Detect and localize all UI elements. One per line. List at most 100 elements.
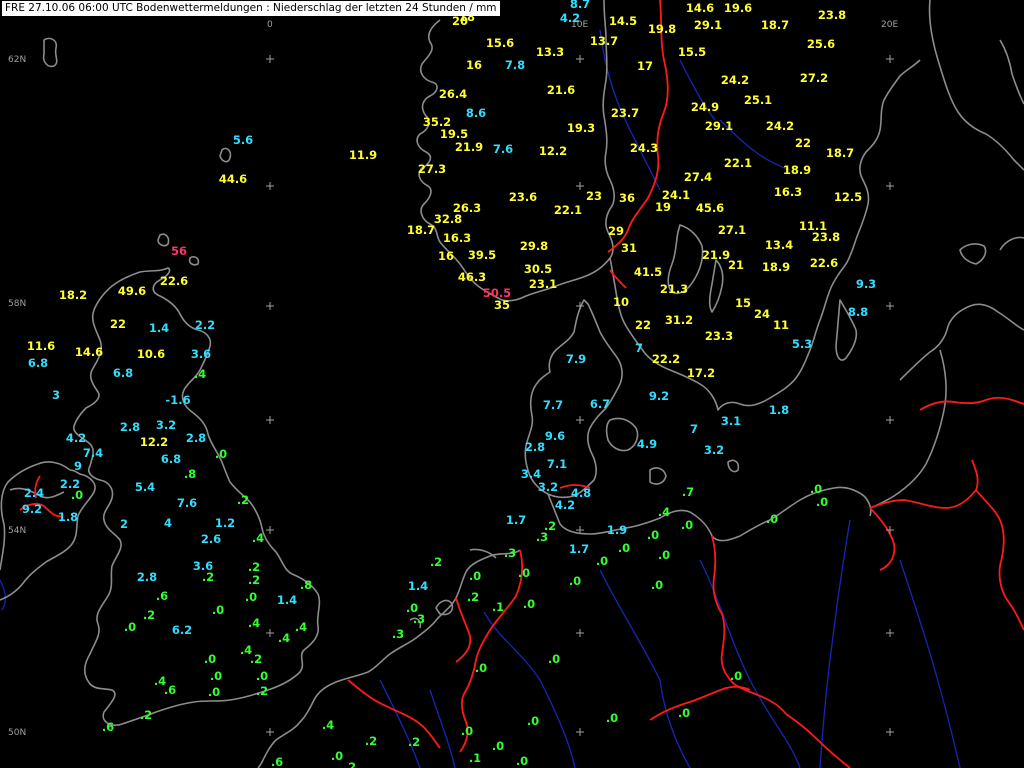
station-value: .0 bbox=[810, 482, 822, 496]
station-value: 25.1 bbox=[744, 93, 772, 107]
station-value: 4 bbox=[164, 516, 172, 530]
lon-label-20e: 20E bbox=[881, 20, 898, 30]
station-value: 8.8 bbox=[848, 305, 868, 319]
station-value: 23.7 bbox=[611, 106, 639, 120]
station-value: 16 bbox=[438, 249, 454, 263]
station-value: 7.8 bbox=[505, 58, 525, 72]
station-value: 4.2 bbox=[555, 498, 575, 512]
station-value: .3 bbox=[536, 530, 548, 544]
station-value: 56 bbox=[171, 244, 187, 258]
station-value: 13.3 bbox=[536, 45, 564, 59]
station-value: .0 bbox=[618, 541, 630, 555]
station-value: 21 bbox=[728, 258, 744, 272]
station-value: 15.5 bbox=[678, 45, 706, 59]
station-value: 22 bbox=[110, 317, 126, 331]
station-value: 18.7 bbox=[826, 146, 854, 160]
station-value: 1.7 bbox=[569, 542, 589, 556]
station-value: 16.3 bbox=[774, 185, 802, 199]
station-value: .0 bbox=[461, 724, 473, 738]
station-value: .7 bbox=[682, 485, 694, 499]
station-value: 29.1 bbox=[694, 18, 722, 32]
station-value: 24.9 bbox=[691, 100, 719, 114]
station-value: 19 bbox=[655, 200, 671, 214]
station-value: .4 bbox=[194, 367, 206, 381]
station-value: 39.5 bbox=[468, 248, 496, 262]
station-value: 14.6 bbox=[686, 1, 714, 15]
station-value: 21.9 bbox=[455, 140, 483, 154]
station-value: 36 bbox=[619, 191, 635, 205]
station-value: 18.2 bbox=[59, 288, 87, 302]
station-value: 10 bbox=[613, 295, 629, 309]
station-value: .2 bbox=[140, 708, 152, 722]
station-value: 2.8 bbox=[120, 420, 140, 434]
station-value: 3.4 bbox=[521, 467, 541, 481]
lat-label-54n: 54N bbox=[8, 526, 26, 536]
station-value: .0 bbox=[523, 597, 535, 611]
station-value: 8.7 bbox=[570, 0, 590, 11]
station-value: 7.7 bbox=[543, 398, 563, 412]
station-value: 14.6 bbox=[75, 345, 103, 359]
station-value: 8.6 bbox=[466, 106, 486, 120]
station-value: .0 bbox=[492, 739, 504, 753]
station-value: 21.6 bbox=[547, 83, 575, 97]
station-value: .0 bbox=[527, 714, 539, 728]
station-value: 16.3 bbox=[443, 231, 471, 245]
station-value: 12.2 bbox=[539, 144, 567, 158]
station-value: 45.6 bbox=[696, 201, 724, 215]
station-value: 19.3 bbox=[567, 121, 595, 135]
station-value: 18.7 bbox=[407, 223, 435, 237]
station-value: 2.8 bbox=[525, 440, 545, 454]
station-value: 1.2 bbox=[215, 516, 235, 530]
station-value: 31 bbox=[621, 241, 637, 255]
station-value: .0 bbox=[681, 518, 693, 532]
station-value: .0 bbox=[596, 554, 608, 568]
station-value: 9.2 bbox=[22, 502, 42, 516]
station-value: 6.8 bbox=[161, 452, 181, 466]
station-value: 9.3 bbox=[856, 277, 876, 291]
station-value: .0 bbox=[469, 569, 481, 583]
station-value: 23.3 bbox=[705, 329, 733, 343]
station-value: 5.4 bbox=[135, 480, 155, 494]
station-value: 14.5 bbox=[609, 14, 637, 28]
station-value: 5.6 bbox=[233, 133, 253, 147]
station-value: .0 bbox=[647, 528, 659, 542]
map-title: FRE 27.10.06 06:00 UTC Bodenwettermeldun… bbox=[2, 1, 500, 16]
station-value: 21.3 bbox=[660, 282, 688, 296]
station-value: 27.3 bbox=[418, 162, 446, 176]
station-value: 7.1 bbox=[547, 457, 567, 471]
station-value: 30.5 bbox=[524, 262, 552, 276]
station-value: 2.2 bbox=[195, 318, 215, 332]
station-value: 7 bbox=[690, 422, 698, 436]
station-value: .2 bbox=[143, 608, 155, 622]
station-value: 12.2 bbox=[140, 435, 168, 449]
station-value: 29.8 bbox=[520, 239, 548, 253]
station-value: .0 bbox=[204, 652, 216, 666]
station-value: 22.1 bbox=[724, 156, 752, 170]
station-value: 27.2 bbox=[800, 71, 828, 85]
station-value: .0 bbox=[569, 574, 581, 588]
station-value: .1 bbox=[492, 600, 504, 614]
station-value: 6.8 bbox=[113, 366, 133, 380]
station-value: .0 bbox=[256, 669, 268, 683]
station-value: .0 bbox=[212, 603, 224, 617]
station-value: 7.9 bbox=[566, 352, 586, 366]
station-value: 3.6 bbox=[191, 347, 211, 361]
station-value: .0 bbox=[475, 661, 487, 675]
station-value: 19.6 bbox=[724, 1, 752, 15]
station-value: .8 bbox=[184, 467, 196, 481]
station-value: .6 bbox=[164, 683, 176, 697]
station-value: 27.1 bbox=[718, 223, 746, 237]
station-value: 22.6 bbox=[810, 256, 838, 270]
station-value: 11 bbox=[773, 318, 789, 332]
station-value: 2.4 bbox=[24, 486, 44, 500]
station-value: 4.2 bbox=[66, 431, 86, 445]
station-value: .2 bbox=[202, 570, 214, 584]
station-value: 22.1 bbox=[554, 203, 582, 217]
station-value: .0 bbox=[210, 669, 222, 683]
station-value: 1.4 bbox=[408, 579, 428, 593]
station-value: 3.2 bbox=[156, 418, 176, 432]
station-value: .0 bbox=[124, 620, 136, 634]
station-value: .0 bbox=[730, 669, 742, 683]
station-value: .3 bbox=[392, 627, 404, 641]
station-value: .2 bbox=[256, 684, 268, 698]
